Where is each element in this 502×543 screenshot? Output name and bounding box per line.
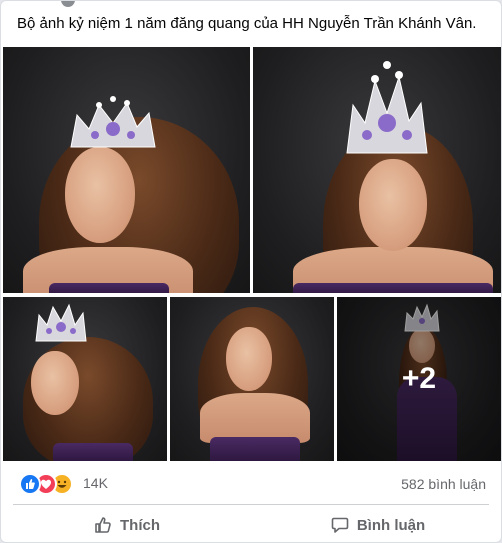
post-photo-5[interactable]: +2 <box>337 297 501 461</box>
crown-icon <box>70 96 156 148</box>
photo-dress <box>53 443 133 461</box>
comment-icon <box>331 517 349 533</box>
like-icon <box>19 473 41 495</box>
comment-button[interactable]: Bình luận <box>252 507 501 542</box>
post-card: Bộ ảnh kỷ niệm 1 năm đăng quang của HH N… <box>0 0 502 543</box>
reaction-count[interactable]: 14K <box>83 475 108 491</box>
like-button-label: Thích <box>120 516 160 534</box>
photo-face <box>226 327 272 391</box>
post-photo-1[interactable] <box>3 47 250 293</box>
photo-face <box>65 147 135 243</box>
comment-button-label: Bình luận <box>356 516 426 534</box>
post-photo-4[interactable] <box>170 297 334 461</box>
post-photo-3[interactable] <box>3 297 167 461</box>
post-caption: Bộ ảnh kỷ niệm 1 năm đăng quang của HH N… <box>17 15 477 32</box>
crown-icon <box>346 61 428 154</box>
photo-dress <box>210 437 300 461</box>
like-button[interactable]: Thích <box>1 507 252 542</box>
crown-icon <box>35 303 87 342</box>
post-photo-2[interactable] <box>253 47 501 293</box>
photo-dress <box>49 283 169 293</box>
comment-count[interactable]: 582 bình luận <box>401 476 486 492</box>
more-photos-overlay[interactable]: +2 <box>337 297 501 461</box>
post-stats: 14K 582 bình luận <box>1 467 501 501</box>
thumbs-up-icon <box>95 517 111 533</box>
photo-shoulders <box>200 393 310 443</box>
avatar[interactable] <box>61 1 75 7</box>
photo-face <box>31 351 79 415</box>
reaction-summary[interactable] <box>19 473 73 495</box>
post-actions: Thích Bình luận <box>1 507 501 542</box>
photo-face <box>359 159 427 251</box>
divider <box>13 504 489 505</box>
photo-dress <box>293 283 493 293</box>
